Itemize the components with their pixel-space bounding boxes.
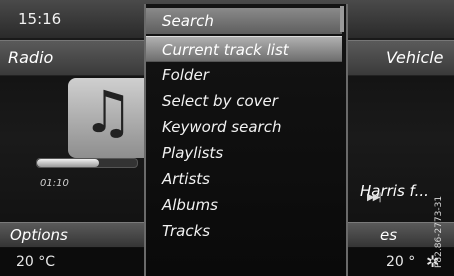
temperature-right: 20 °	[386, 254, 416, 270]
media-search-menu: Search Current track list Folder Select by …	[144, 4, 348, 276]
menu-item-select-by-cover[interactable]: Select by cover	[146, 88, 342, 114]
clock: 15:16	[18, 10, 62, 28]
bottom-right-label[interactable]: es	[380, 226, 397, 244]
menu-item-playlists[interactable]: Playlists	[146, 140, 342, 166]
menu-item-artists[interactable]: Artists	[146, 166, 342, 192]
menu-item-keyword-search[interactable]: Keyword search	[146, 114, 342, 140]
track-progress-bar	[36, 158, 138, 168]
menu-item-current-track-list[interactable]: Current track list	[146, 36, 342, 62]
menu-scroll-indicator	[340, 6, 344, 32]
track-progress-fill	[37, 159, 99, 167]
elapsed-time: 01:10	[40, 178, 69, 189]
menu-item-folder[interactable]: Folder	[146, 62, 342, 88]
temperature-left: 20 °C	[16, 254, 56, 270]
options-button[interactable]: Options	[10, 226, 68, 244]
nav-vehicle[interactable]: Vehicle	[386, 48, 444, 67]
menu-item-albums[interactable]: Albums	[146, 192, 342, 218]
skip-forward-icon[interactable]: ▶▶|	[367, 192, 382, 203]
figure-code: P82.86-2773-31	[434, 195, 444, 268]
music-note-icon: ♫	[82, 78, 134, 146]
menu-item-search[interactable]: Search	[146, 8, 342, 34]
infotainment-screen: 15:16 Radio Vehicle ♫ 01:10 Harris f... …	[0, 0, 454, 276]
menu-item-tracks[interactable]: Tracks	[146, 218, 342, 244]
nav-radio[interactable]: Radio	[8, 48, 53, 67]
